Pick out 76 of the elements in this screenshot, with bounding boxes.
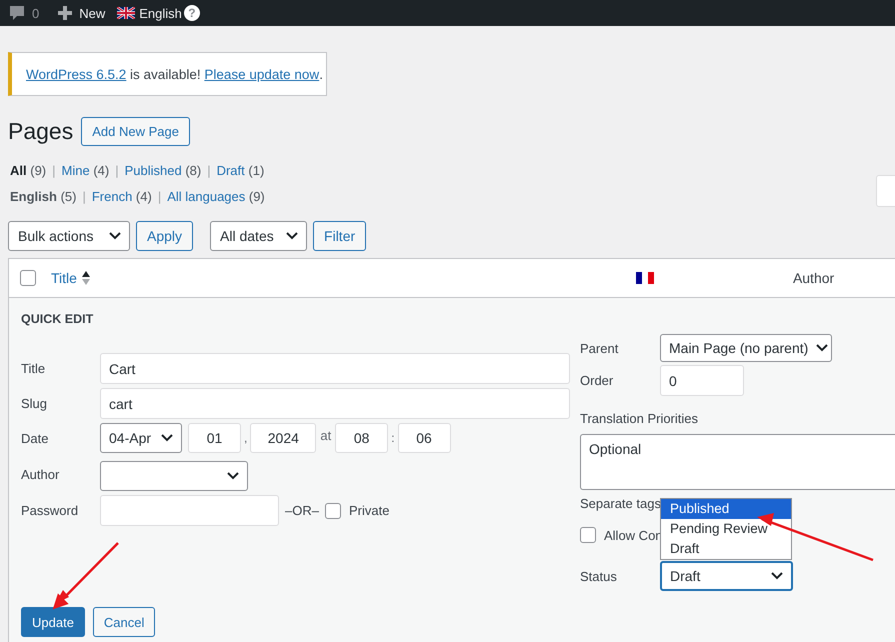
author-select[interactable] (100, 461, 248, 491)
year-input[interactable]: 2024 (250, 423, 316, 453)
add-new-page-button[interactable]: Add New Page (81, 117, 190, 146)
field-label: Author (21, 466, 60, 482)
hour-input[interactable]: 08 (335, 423, 388, 453)
filter-separator: | (158, 188, 162, 204)
select-all-checkbox[interactable] (20, 270, 36, 286)
status-filter-link[interactable]: All (9) (10, 162, 46, 178)
private-checkbox[interactable] (324, 502, 341, 518)
status-option[interactable]: Published (661, 499, 791, 519)
field-label: Order (580, 373, 614, 388)
update-link[interactable]: Please update now (204, 66, 320, 82)
sort-icon[interactable] (82, 271, 90, 285)
filter-separator: | (115, 162, 119, 178)
language-filter-link[interactable]: French (4) (92, 188, 152, 204)
language-switcher[interactable]: English (139, 6, 182, 20)
status-select[interactable]: Draft (660, 561, 793, 591)
apply-button[interactable]: Apply (136, 221, 194, 251)
comment-icon[interactable] (8, 4, 26, 22)
minute-input[interactable]: 06 (398, 423, 451, 453)
new-link[interactable]: New (79, 6, 106, 20)
french-flag-icon (636, 272, 654, 284)
status-option[interactable]: Pending Review (661, 519, 791, 539)
day-input[interactable]: 01 (188, 423, 241, 453)
filter-separator: | (82, 188, 86, 204)
page-heading: Pages (8, 118, 74, 145)
uk-flag-icon[interactable] (117, 7, 136, 19)
field-label: Status (580, 568, 618, 584)
translation-priorities-field[interactable]: Optional (580, 434, 895, 490)
quick-edit-heading: QUICK EDIT (21, 312, 94, 327)
password-input[interactable] (100, 495, 279, 526)
field-label: Password (21, 503, 80, 518)
chevron-down-icon (227, 472, 239, 480)
field-label: Slug (21, 396, 48, 411)
date-separator: at (320, 428, 332, 442)
private-label: Private (348, 503, 390, 518)
chevron-down-icon (771, 572, 783, 580)
field-label: Date (21, 430, 50, 446)
status-filter-link[interactable]: Mine (4) (62, 162, 110, 178)
date-separator: , (244, 431, 248, 445)
field-label: Title (21, 361, 46, 376)
title-column-header[interactable]: Title (51, 270, 77, 286)
chevron-down-icon (286, 232, 298, 240)
slug-input[interactable]: cart (100, 388, 570, 419)
language-filter-link[interactable]: English (5) (10, 188, 76, 204)
plus-icon[interactable] (57, 5, 74, 21)
notice-text: is available! (129, 66, 202, 82)
status-filter-link[interactable]: Published (8) (124, 162, 202, 178)
time-separator: : (391, 431, 395, 445)
comment-count[interactable]: 0 (32, 6, 40, 20)
allow-comments-checkbox[interactable] (580, 527, 596, 543)
bulk-actions-select[interactable]: Bulk actions (8, 221, 130, 251)
chevron-down-icon (161, 434, 173, 442)
filter-separator: | (52, 162, 56, 178)
or-separator: –OR– (285, 503, 319, 518)
field-label: Parent (580, 340, 620, 356)
cancel-button[interactable]: Cancel (92, 607, 156, 637)
chevron-down-icon (816, 344, 828, 352)
author-column-header: Author (792, 270, 834, 286)
status-option[interactable]: Draft (661, 539, 791, 559)
version-link[interactable]: WordPress 6.5.2 (26, 66, 126, 82)
tags-hint: Separate tags (580, 496, 661, 512)
notice-period: . (319, 66, 323, 82)
annotation-arrow (52, 542, 119, 610)
field-label: Translation Priorities (580, 411, 700, 426)
parent-select[interactable]: Main Page (no parent) (660, 334, 832, 362)
filter-separator: | (207, 162, 211, 178)
update-button[interactable]: Update (21, 607, 85, 637)
status-filter-link[interactable]: Draft (1) (216, 162, 264, 178)
date-filter-select[interactable]: All dates (210, 221, 308, 251)
filter-button[interactable]: Filter (313, 221, 366, 251)
month-select[interactable]: 04-Apr (100, 423, 182, 453)
chevron-down-icon (109, 232, 121, 240)
title-input[interactable]: Cart (100, 353, 570, 384)
language-filter-link[interactable]: All languages (9) (167, 188, 265, 204)
order-input[interactable]: 0 (660, 365, 744, 396)
